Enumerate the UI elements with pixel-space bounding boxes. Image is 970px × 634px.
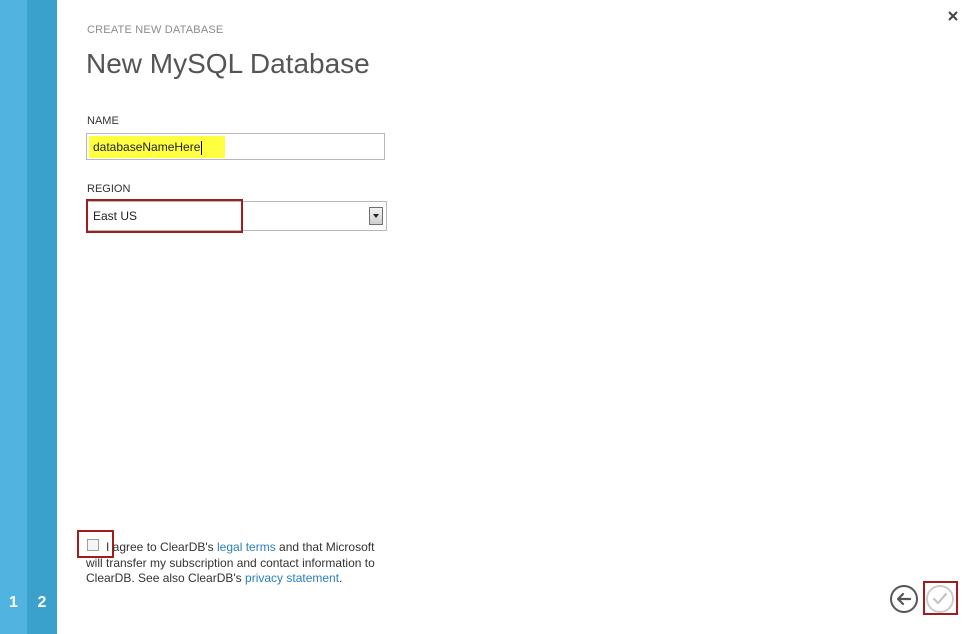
chevron-down-icon[interactable] <box>369 207 383 225</box>
name-input[interactable]: databaseNameHere <box>86 133 385 160</box>
legal-terms-link[interactable]: legal terms <box>217 540 276 554</box>
checkmark-icon <box>932 592 948 605</box>
close-icon <box>948 11 958 21</box>
wizard-subheading: CREATE NEW DATABASE <box>87 24 224 36</box>
step-1-number: 1 <box>9 594 18 611</box>
create-database-dialog: 1 2 CREATE NEW DATABASE New MySQL Databa… <box>0 0 970 634</box>
name-input-value: databaseNameHere <box>93 140 201 154</box>
name-input-value-highlight: databaseNameHere <box>89 136 225 158</box>
region-label: REGION <box>87 183 131 195</box>
wizard-step-rail: 1 2 <box>0 0 57 634</box>
finish-button[interactable] <box>926 585 954 613</box>
step-2-number: 2 <box>37 594 47 611</box>
privacy-statement-link[interactable]: privacy statement <box>245 571 339 585</box>
step-2-column[interactable]: 2 <box>27 0 57 634</box>
region-select[interactable]: East US <box>86 201 387 231</box>
page-title: New MySQL Database <box>86 48 370 79</box>
name-label: NAME <box>87 115 119 127</box>
back-button[interactable] <box>890 585 918 613</box>
text-caret <box>201 140 203 155</box>
close-button[interactable] <box>946 9 960 23</box>
step-1-column[interactable]: 1 <box>0 0 27 634</box>
region-select-value: East US <box>93 209 138 223</box>
back-arrow-icon <box>896 592 912 606</box>
agreement-text: I agree to ClearDB's legal terms and tha… <box>86 540 386 587</box>
agreement-text-part-3: . <box>339 571 343 585</box>
agreement-text-part-1: I agree to ClearDB's <box>106 540 218 554</box>
